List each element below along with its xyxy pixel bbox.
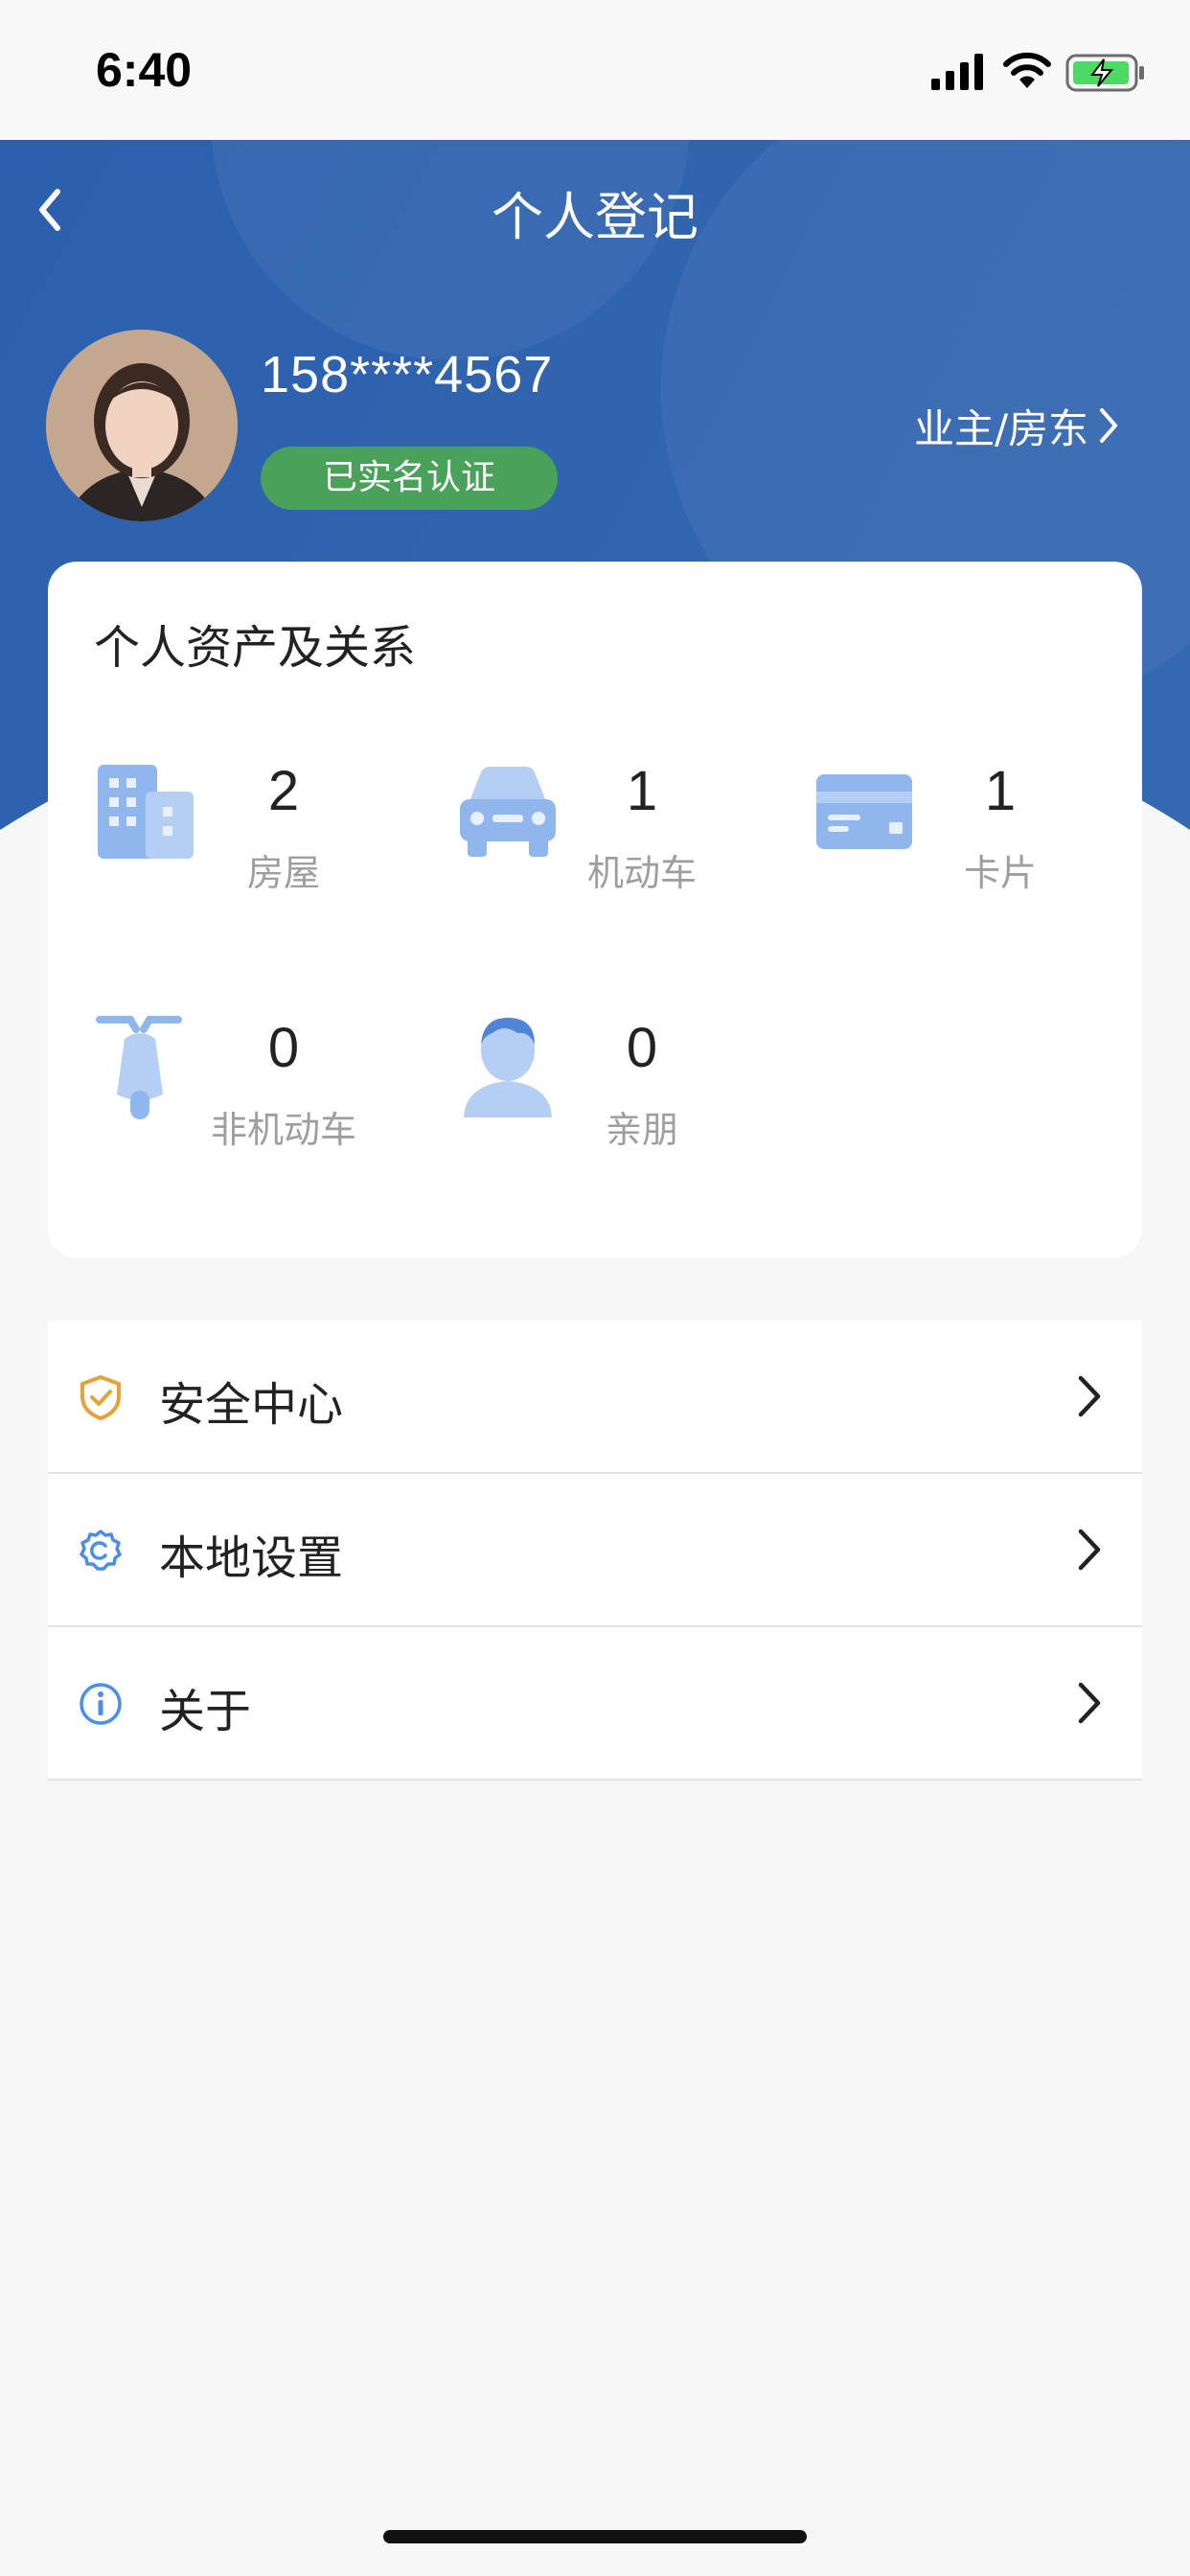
verified-badge: 已实名认证 [261,447,558,510]
menu-label: 关于 [159,1685,252,1738]
chevron-right-icon [1078,1529,1101,1571]
avatar[interactable] [46,330,238,521]
chevron-right-icon [1078,1682,1101,1724]
stat-label: 机动车 [586,852,697,894]
menu-item-local-settings[interactable]: 本地设置 [48,1474,1142,1627]
shield-check-icon [80,1375,121,1420]
status-bar: 6:40 [0,0,1190,140]
menu-label: 本地设置 [159,1531,344,1585]
menu-item-about[interactable]: 关于 [48,1627,1142,1781]
home-indicator[interactable] [383,2530,807,2543]
stat-non-motor[interactable]: 0 非机动车 [92,1010,456,1163]
role-link[interactable]: 业主/房东 [914,399,1119,452]
status-time: 6:40 [96,43,193,97]
stat-friends[interactable]: 0 亲朋 [450,1010,814,1163]
menu-item-security-center[interactable]: 安全中心 [48,1321,1142,1474]
stat-cards[interactable]: 1 卡片 [809,753,1173,907]
stat-value: 2 [267,760,300,822]
stat-label: 亲朋 [605,1109,678,1151]
stat-value: 1 [626,760,658,822]
asset-card: 个人资产及关系 2 房屋 1 机动车 1 卡片 0 非机动车 0 亲朋 [48,562,1142,1257]
chevron-right-icon [1078,1375,1101,1417]
battery-icon [1065,54,1144,92]
signal-icon [931,54,983,90]
phone-number: 158****4567 [261,346,554,403]
settings-menu: 安全中心 本地设置 关于 [48,1321,1142,1781]
wifi-icon [1003,52,1051,88]
role-label: 业主/房东 [914,404,1089,452]
chevron-right-icon [1100,408,1118,443]
stat-value: 0 [267,1017,300,1079]
stat-vehicles[interactable]: 1 机动车 [450,753,814,907]
stat-label: 房屋 [246,852,320,894]
asset-card-title: 个人资产及关系 [94,621,417,675]
info-icon [80,1683,122,1725]
page-title: 个人登记 [492,187,698,247]
stat-label: 卡片 [963,852,1037,894]
stat-value: 1 [984,760,1017,822]
stat-houses[interactable]: 2 房屋 [92,753,456,907]
menu-label: 安全中心 [159,1378,344,1432]
gear-icon [80,1530,122,1571]
stat-label: 非机动车 [210,1109,356,1151]
stat-value: 0 [626,1017,658,1079]
